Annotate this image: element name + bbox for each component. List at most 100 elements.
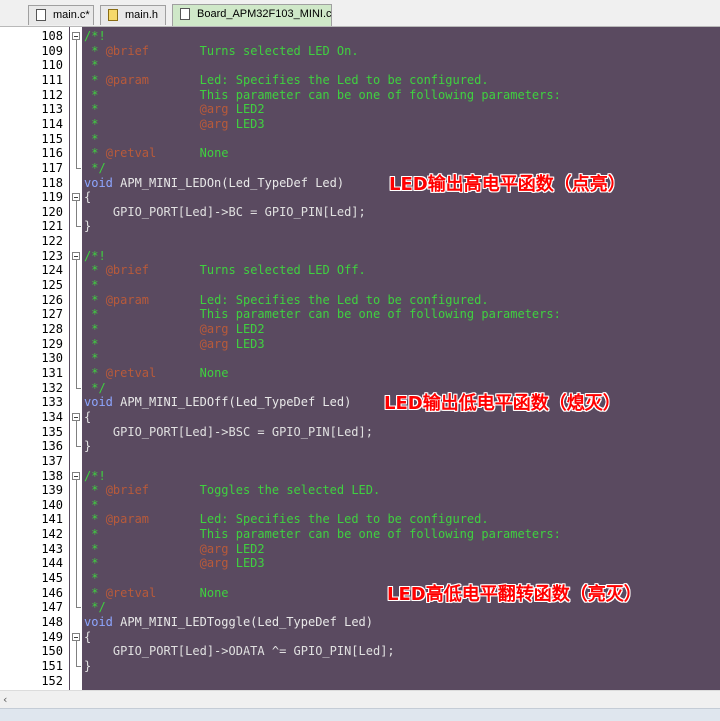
- code-line[interactable]: *: [84, 58, 98, 73]
- code-line[interactable]: {: [84, 410, 91, 425]
- tab-board-apm32f103-mini-c[interactable]: Board_APM32F103_MINI.c: [172, 4, 332, 26]
- code-line[interactable]: * @arg LED2: [84, 102, 264, 117]
- horizontal-scrollbar[interactable]: ‹: [0, 690, 720, 708]
- code-line[interactable]: * @param Led: Specifies the Led to be co…: [84, 72, 489, 88]
- code-token: *: [84, 102, 200, 117]
- line-number: 109: [41, 43, 63, 58]
- code-line[interactable]: */: [84, 160, 106, 176]
- code-token: *: [84, 571, 99, 586]
- fold-collapse-icon[interactable]: [72, 632, 80, 641]
- code-token: LED3: [228, 336, 265, 351]
- code-line[interactable]: * @arg LED2: [84, 542, 264, 557]
- line-number: 152: [41, 673, 63, 688]
- code-line[interactable]: }: [84, 659, 91, 674]
- code-token: *: [84, 483, 106, 498]
- line-number: 134: [41, 409, 63, 424]
- code-line[interactable]: * @retval None: [84, 146, 229, 161]
- code-line[interactable]: void APM_MINI_LEDOff(Led_TypeDef Led): [84, 395, 351, 410]
- code-line[interactable]: */: [84, 600, 105, 615]
- code-line[interactable]: /*!: [84, 29, 106, 44]
- code-line[interactable]: /*!: [84, 249, 106, 264]
- code-token: @brief: [105, 483, 150, 498]
- code-line[interactable]: * @arg LED3: [84, 116, 264, 132]
- code-line[interactable]: GPIO_PORT[Led]->BSC = GPIO_PIN[Led];: [84, 425, 373, 440]
- code-line[interactable]: * @arg LED3: [84, 336, 265, 352]
- code-line[interactable]: */: [84, 381, 105, 396]
- fold-collapse-icon[interactable]: [72, 251, 80, 260]
- line-number: 139: [41, 483, 63, 498]
- tab-main-c[interactable]: main.c*: [28, 5, 94, 25]
- line-number: 120: [41, 204, 63, 219]
- code-token: @retval: [105, 365, 157, 380]
- code-line[interactable]: GPIO_PORT[Led]->BC = GPIO_PIN[Led];: [84, 205, 366, 220]
- code-token: */: [84, 160, 106, 175]
- code-token: GPIO_PORT[Led]->BC = GPIO_PIN[Led];: [84, 204, 366, 219]
- code-line[interactable]: * @brief Turns selected LED On.: [84, 44, 358, 59]
- code-line[interactable]: * @param Led: Specifies the Led to be co…: [84, 512, 488, 527]
- fold-guide-line: [76, 640, 77, 666]
- code-token: *: [84, 497, 99, 512]
- code-line[interactable]: GPIO_PORT[Led]->ODATA ^= GPIO_PIN[Led];: [84, 644, 395, 659]
- code-line[interactable]: }: [84, 439, 91, 454]
- code-line[interactable]: {: [84, 190, 91, 205]
- line-number: 125: [41, 278, 63, 293]
- code-token: Led: Specifies the Led to be configured.: [149, 72, 489, 87]
- code-token: LED2: [228, 322, 265, 336]
- line-number: 124: [41, 263, 63, 278]
- code-token: * This parameter can be one of following…: [84, 527, 561, 542]
- fold-collapse-icon[interactable]: [72, 471, 80, 480]
- code-line[interactable]: * @brief Turns selected LED Off.: [84, 263, 366, 278]
- code-line[interactable]: *: [84, 132, 98, 147]
- code-token: @arg: [199, 336, 229, 351]
- fold-collapse-icon[interactable]: [72, 32, 80, 40]
- code-token: Led: Specifies the Led to be configured.: [149, 292, 489, 307]
- code-line[interactable]: *: [84, 571, 98, 586]
- code-line[interactable]: * @brief Toggles the selected LED.: [84, 483, 380, 498]
- line-number: 115: [41, 131, 63, 146]
- code-line[interactable]: *: [84, 498, 98, 513]
- code-line[interactable]: * @arg LED2: [84, 322, 265, 337]
- code-line[interactable]: {: [84, 630, 91, 645]
- line-number: 121: [41, 219, 63, 234]
- annotation-label: LED输出高电平函数（点亮）: [389, 173, 626, 195]
- code-token: GPIO_PORT[Led]->ODATA ^= GPIO_PIN[Led];: [84, 644, 395, 659]
- code-line[interactable]: * This parameter can be one of following…: [84, 88, 561, 103]
- code-line[interactable]: void APM_MINI_LEDToggle(Led_TypeDef Led): [84, 615, 373, 630]
- code-line[interactable]: /*!: [84, 469, 106, 484]
- code-token: /*!: [84, 29, 106, 43]
- line-number: 113: [41, 102, 63, 117]
- code-line[interactable]: void APM_MINI_LEDOn(Led_TypeDef Led): [84, 176, 344, 191]
- code-token: @arg: [199, 116, 229, 131]
- code-line[interactable]: *: [84, 278, 98, 293]
- code-line[interactable]: * This parameter can be one of following…: [84, 527, 561, 542]
- fold-collapse-icon[interactable]: [72, 412, 80, 421]
- code-line[interactable]: * @param Led: Specifies the Led to be co…: [84, 292, 489, 308]
- annotation-label: LED输出低电平函数（熄灭）: [384, 393, 621, 415]
- code-token: *: [84, 72, 106, 87]
- code-token: void: [84, 175, 113, 190]
- code-token: None: [156, 146, 229, 161]
- code-token: @arg: [199, 556, 229, 571]
- code-token: }: [84, 439, 92, 454]
- annotation-label: LED高低电平翻转函数（亮灭）: [387, 583, 642, 605]
- fold-collapse-icon[interactable]: [72, 193, 80, 202]
- code-line[interactable]: * This parameter can be one of following…: [84, 307, 561, 322]
- code-token: *: [84, 146, 106, 161]
- tab-main-h[interactable]: main.h: [100, 5, 166, 25]
- code-token: @brief: [105, 263, 150, 278]
- fold-end-marker: [76, 665, 81, 667]
- line-number: 114: [41, 116, 63, 131]
- code-editor[interactable]: 108 /*! 109 * @brief Turns selected LED On…: [6, 27, 720, 690]
- code-line[interactable]: }: [84, 219, 91, 234]
- code-line[interactable]: *: [84, 351, 98, 366]
- line-number: 110: [41, 58, 63, 73]
- code-line[interactable]: * @retval None: [84, 365, 228, 381]
- code-line[interactable]: * @arg LED3: [84, 556, 264, 571]
- code-token: @retval: [105, 585, 157, 600]
- line-number: 119: [41, 190, 63, 205]
- line-number: 150: [41, 644, 63, 659]
- code-token: *: [84, 322, 200, 336]
- line-number: 136: [41, 439, 63, 454]
- scroll-left-arrow-icon[interactable]: ‹: [3, 693, 7, 706]
- code-line[interactable]: * @retval None: [84, 585, 228, 601]
